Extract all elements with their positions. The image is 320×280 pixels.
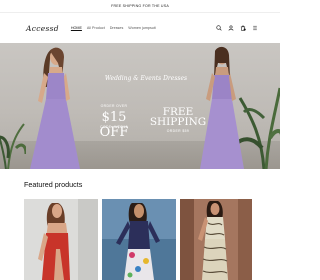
nav-home[interactable]: HOME [71,26,82,30]
main-nav: HOME All Product Dresses Women jumpsuit [71,26,156,30]
hero-banner[interactable]: Wedding & Events Dresses ORDER OVER $15 … [0,43,280,169]
product-card-print-jumpsuit[interactable] [102,199,176,280]
product-card-snake-dress[interactable] [180,199,252,280]
free-shipping-line-2: SHIPPING [149,116,207,128]
featured-products-heading: Featured products [24,180,83,189]
nav-women-jumpsuit[interactable]: Women jumpsuit [128,26,155,30]
announcement-bar: FREE SHIPPING FOR THE USA [0,0,280,13]
site-header: Accessd HOME All Product Dresses Women j… [0,13,280,43]
menu-icon[interactable] [251,25,258,32]
header-icons [215,25,258,32]
hero-title: Wedding & Events Dresses [104,75,188,82]
model-left-image [30,47,80,169]
logo[interactable]: Accessd [26,24,59,33]
product-image-print-jumpsuit [102,199,176,280]
product-card-red-dress[interactable] [24,199,98,280]
offer-code: CODE: WED15 [100,125,128,129]
product-image-red-dress [24,199,98,280]
cart-icon[interactable] [239,25,246,32]
search-icon[interactable] [215,25,222,32]
free-shipping-heading: FREE SHIPPING [148,107,208,128]
plant-left-image [0,123,26,169]
announcement-text: FREE SHIPPING FOR THE USA [111,4,169,8]
nav-all-product[interactable]: All Product [87,26,105,30]
free-shipping-condition: ORDER $59 [166,129,190,133]
nav-dresses[interactable]: Dresses [110,26,124,30]
offer-pre-text: ORDER OVER [100,104,128,108]
account-icon[interactable] [227,25,234,32]
product-image-snake-dress [180,199,252,280]
